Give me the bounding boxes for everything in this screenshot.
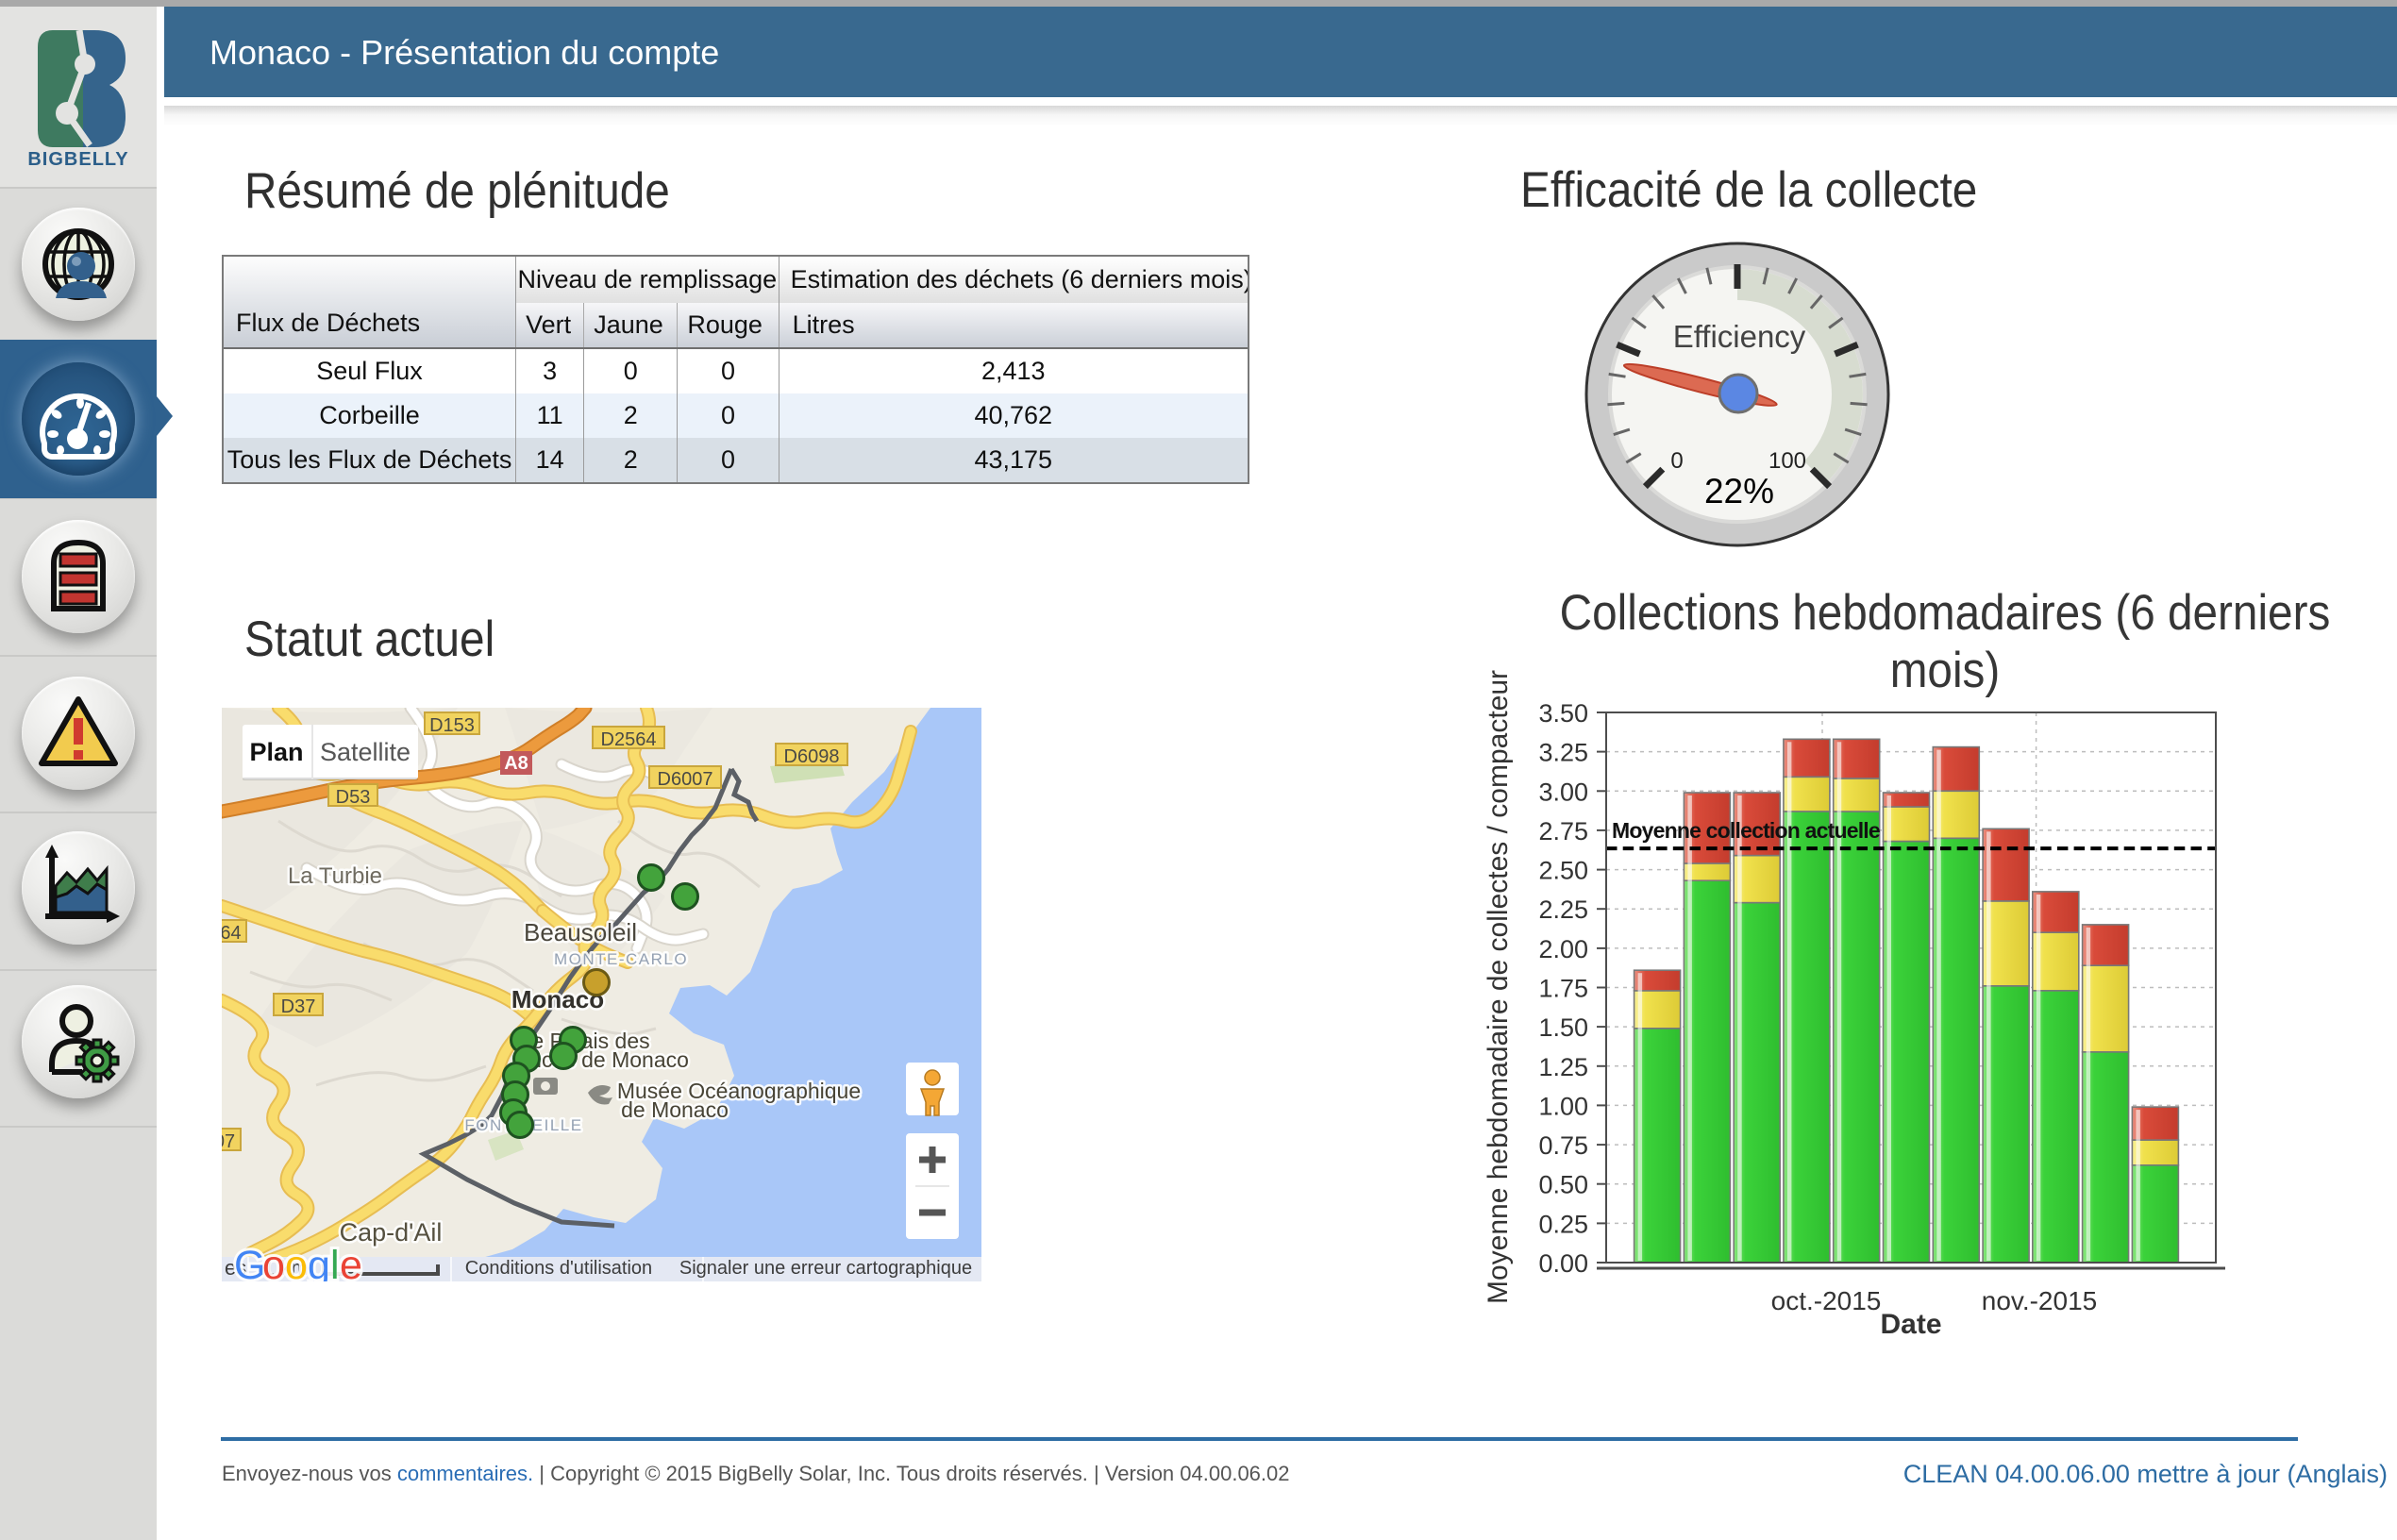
svg-text:Date: Date (1880, 1309, 1941, 1340)
svg-text:l: l (330, 1243, 340, 1281)
svg-text:D6007: D6007 (658, 769, 713, 790)
svg-text:0.75: 0.75 (1538, 1131, 1588, 1160)
svg-text:2.50: 2.50 (1538, 857, 1588, 885)
svg-text:100: 100 (1768, 448, 1806, 474)
svg-text:Moyenne hebdomadaire de collec: Moyenne hebdomadaire de collectes / comp… (1483, 670, 1514, 1304)
svg-text:MONTE-CARLO: MONTE-CARLO (554, 950, 688, 968)
svg-text:0.50: 0.50 (1538, 1171, 1588, 1199)
svg-text:Satellite: Satellite (320, 738, 411, 766)
svg-text:A8: A8 (504, 753, 528, 774)
svg-text:oct.-2015: oct.-2015 (1771, 1286, 1882, 1315)
svg-text:Beausoleil: Beausoleil (524, 918, 637, 946)
svg-text:D37: D37 (281, 996, 316, 1017)
svg-text:1.50: 1.50 (1538, 1013, 1588, 1042)
svg-text:0.25: 0.25 (1538, 1210, 1588, 1238)
svg-text:Plan: Plan (249, 738, 303, 766)
svg-text:1.75: 1.75 (1538, 975, 1588, 1003)
svg-text:3.25: 3.25 (1538, 739, 1588, 767)
svg-text:e: e (340, 1243, 362, 1281)
svg-text:2.25: 2.25 (1538, 896, 1588, 924)
svg-text:0.00: 0.00 (1538, 1249, 1588, 1278)
svg-text:D153: D153 (429, 715, 475, 736)
svg-text:G: G (234, 1243, 265, 1281)
svg-text:inces de Monaco: inces de Monaco (525, 1047, 689, 1072)
svg-text:o: o (285, 1243, 308, 1281)
svg-text:La Turbie: La Turbie (288, 863, 382, 889)
svg-text:1.00: 1.00 (1538, 1092, 1588, 1120)
svg-text:564: 564 (222, 923, 242, 944)
svg-text:Efficiency: Efficiency (1673, 319, 1806, 354)
svg-text:3.50: 3.50 (1538, 699, 1588, 728)
svg-text:2.00: 2.00 (1538, 935, 1588, 963)
svg-text:D6098: D6098 (784, 746, 840, 767)
svg-text:3.00: 3.00 (1538, 778, 1588, 806)
svg-text:nov.-2015: nov.-2015 (1982, 1286, 2097, 1315)
svg-text:Signaler une erreur cartograph: Signaler une erreur cartographique (679, 1258, 972, 1279)
svg-text:o: o (262, 1243, 285, 1281)
svg-text:D53: D53 (336, 787, 371, 808)
svg-text:07: 07 (222, 1131, 235, 1152)
svg-text:D2564: D2564 (601, 729, 657, 750)
svg-text:1.25: 1.25 (1538, 1053, 1588, 1081)
svg-text:0: 0 (1670, 448, 1683, 474)
svg-text:de Monaco: de Monaco (621, 1097, 729, 1122)
svg-text:2.75: 2.75 (1538, 817, 1588, 845)
svg-text:Moyenne collection actuelle: Moyenne collection actuelle (1612, 818, 1880, 843)
svg-text:Conditions d'utilisation: Conditions d'utilisation (465, 1258, 652, 1279)
svg-text:22%: 22% (1704, 472, 1774, 511)
svg-text:g: g (308, 1243, 330, 1281)
